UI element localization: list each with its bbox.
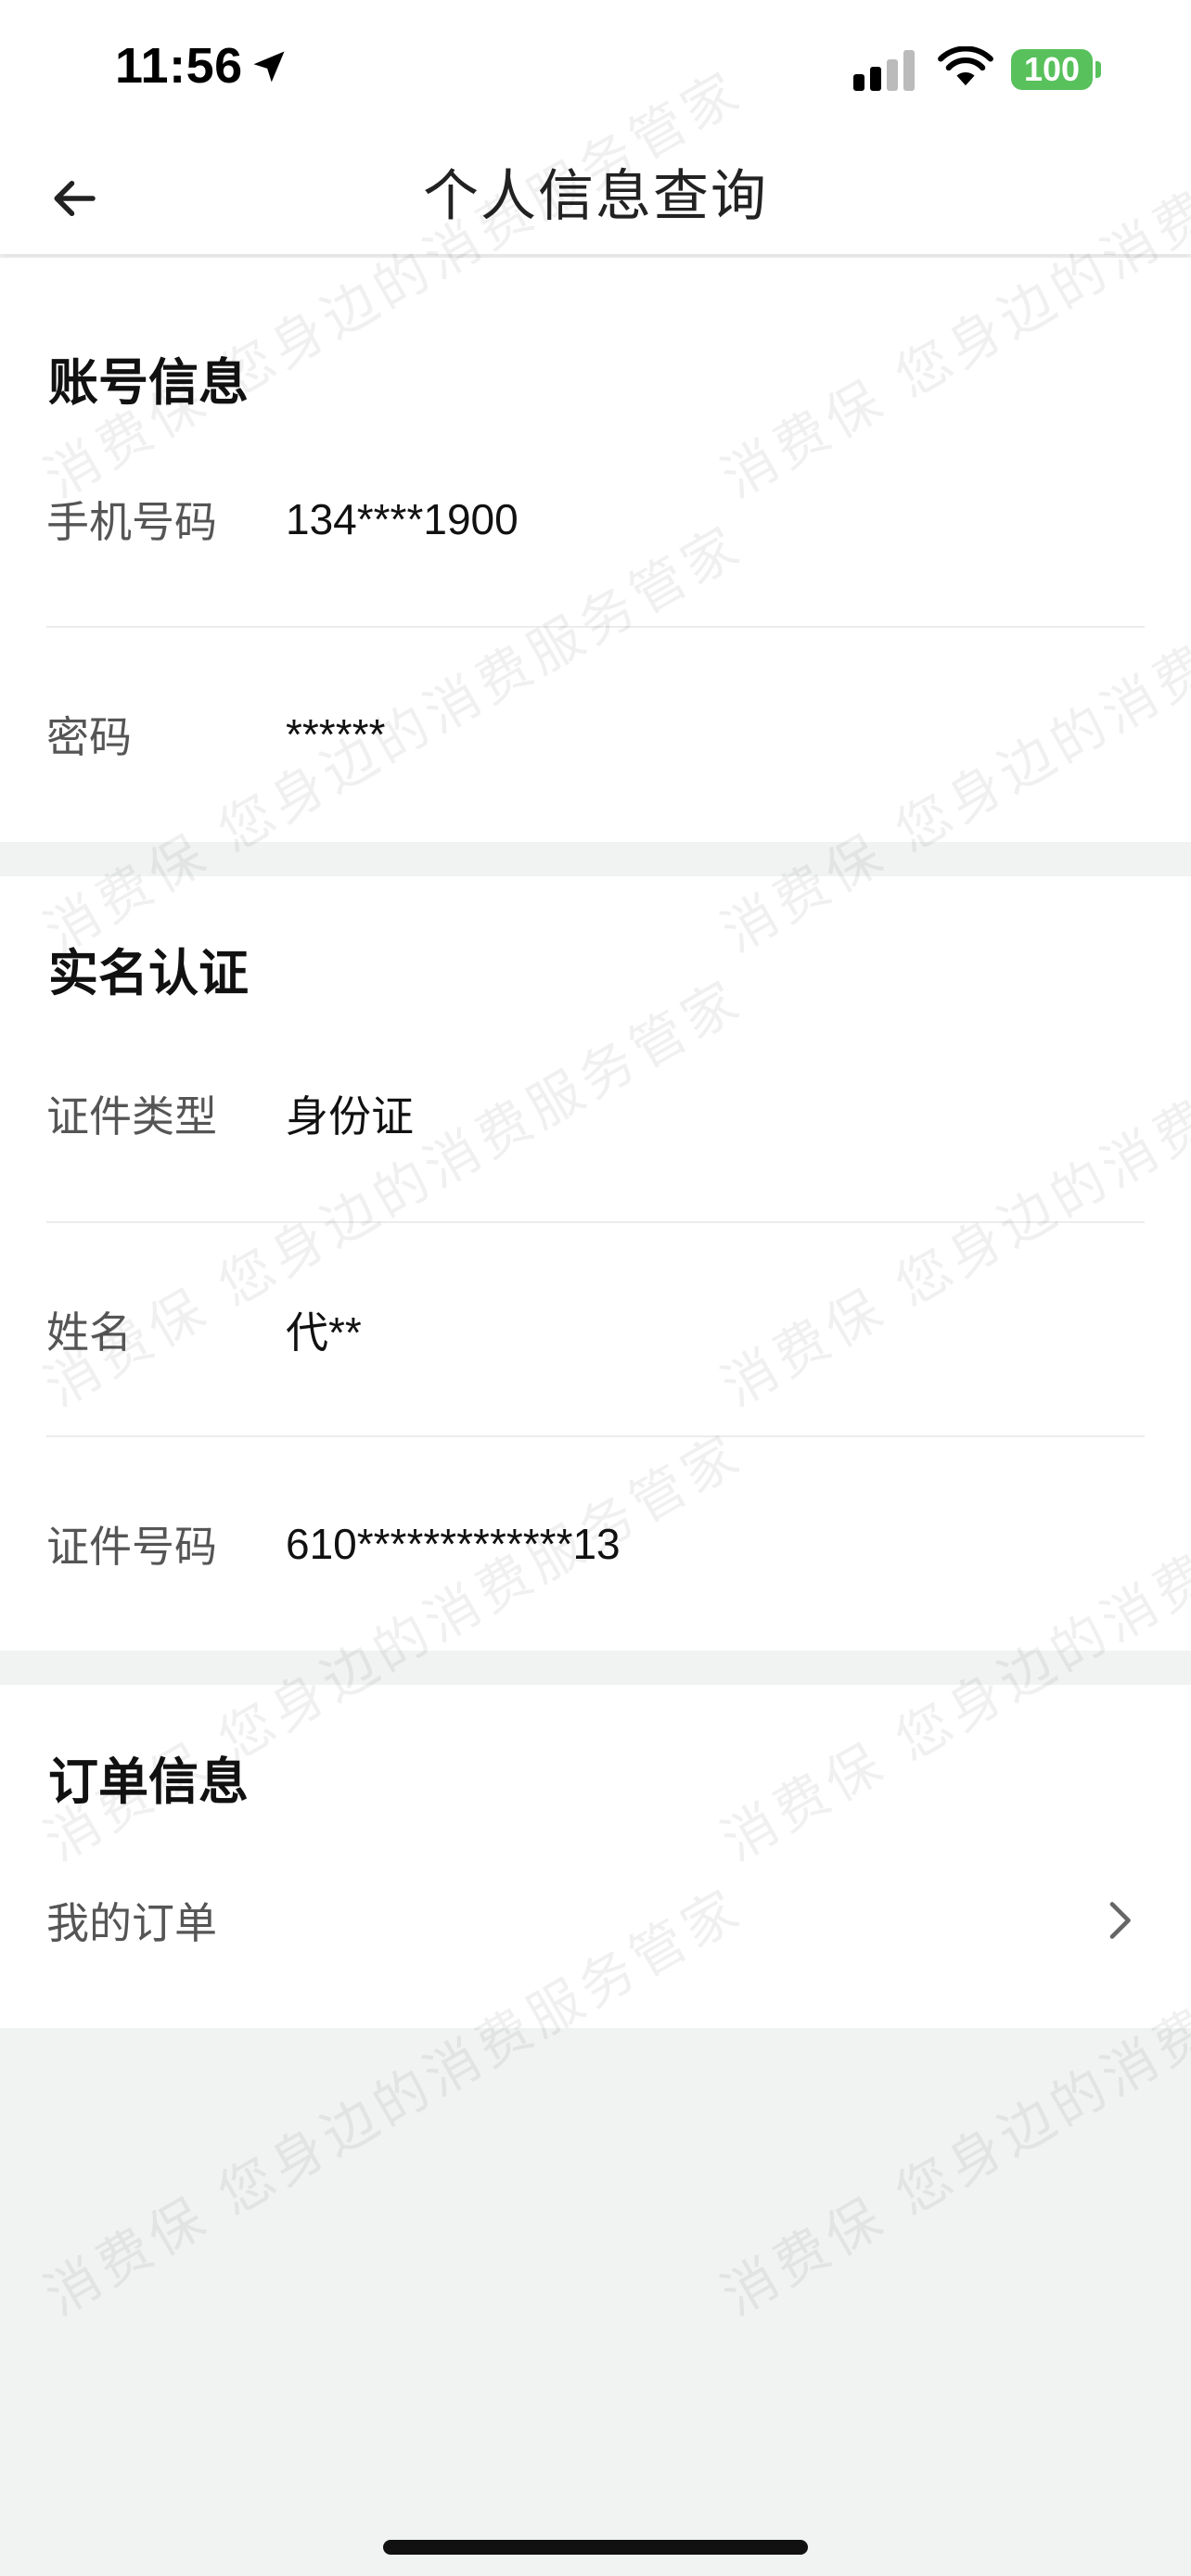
navigation-bar: 个人信息查询 — [0, 139, 1191, 254]
wifi-icon — [938, 46, 993, 86]
my-orders-row[interactable]: 我的订单 — [46, 1813, 1145, 2028]
realname-section: 实名认证 证件类型 身份证 姓名 代** 证件号码 610***********… — [0, 876, 1191, 1651]
row-phone: 手机号码 134****1900 — [46, 412, 1145, 627]
status-bar: 11:56 100 — [0, 0, 1191, 139]
section-title-account: 账号信息 — [48, 353, 249, 412]
id-type-label: 证件类型 — [46, 1091, 217, 1141]
location-arrow-icon — [253, 51, 285, 83]
status-time: 11:56 — [115, 38, 243, 94]
page-title: 个人信息查询 — [423, 164, 768, 229]
back-button[interactable] — [37, 161, 111, 236]
my-orders-label: 我的订单 — [46, 1898, 217, 1948]
phone-label: 手机号码 — [46, 497, 217, 547]
name-label: 姓名 — [46, 1307, 132, 1358]
arrow-left-icon — [54, 181, 96, 216]
password-value: ****** — [286, 710, 386, 759]
phone-value: 134****1900 — [286, 495, 519, 543]
password-label: 密码 — [46, 712, 132, 762]
account-info-section: 账号信息 手机号码 134****1900 密码 ****** — [0, 258, 1191, 842]
row-id-type: 证件类型 身份证 — [46, 1006, 1145, 1221]
cellular-signal-icon — [853, 50, 915, 91]
id-number-value: 610*************13 — [286, 1520, 621, 1568]
row-password: 密码 ****** — [46, 627, 1145, 842]
battery-icon: 100 — [1011, 49, 1093, 90]
section-title-orders: 订单信息 — [48, 1753, 249, 1811]
id-type-value: 身份证 — [286, 1092, 414, 1141]
order-info-section: 订单信息 我的订单 — [0, 1685, 1191, 2028]
battery-tip — [1095, 61, 1101, 78]
name-value: 代** — [286, 1308, 362, 1357]
home-indicator[interactable] — [383, 2540, 808, 2555]
row-id-number: 证件号码 610*************13 — [46, 1436, 1145, 1651]
section-title-realname: 实名认证 — [48, 944, 249, 1002]
id-number-label: 证件号码 — [46, 1522, 217, 1572]
chevron-right-icon — [1109, 1902, 1131, 1939]
battery-level: 100 — [1023, 50, 1081, 88]
row-name: 姓名 代** — [46, 1222, 1145, 1437]
